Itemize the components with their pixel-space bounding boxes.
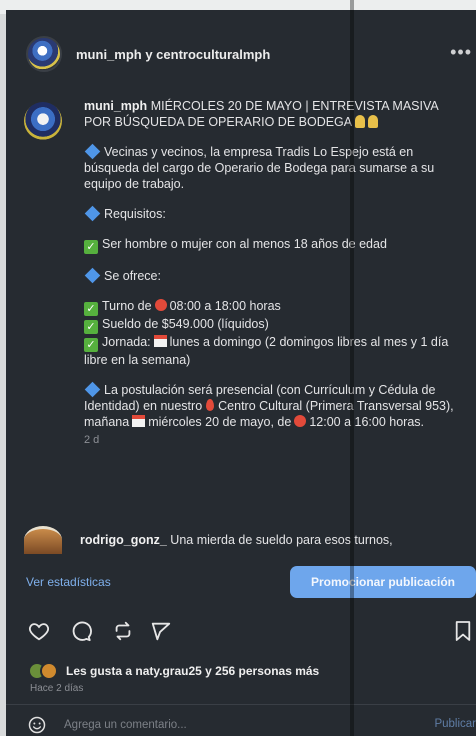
check-mark-icon: ✓ <box>84 240 98 254</box>
heart-icon[interactable] <box>28 620 50 642</box>
check-mark-icon: ✓ <box>84 302 98 316</box>
liker-avatar[interactable] <box>40 662 58 680</box>
caption-time-ago: 2 d <box>84 434 100 446</box>
likes-row: Les gusta a naty.grau25 y 256 personas m… <box>28 662 319 680</box>
commenter-avatar[interactable] <box>24 526 62 554</box>
stats-row: Ver estadísticas Promocionar publicación <box>6 566 476 602</box>
publish-button[interactable]: Publicar <box>434 718 476 730</box>
postulacion-date: miércoles 20 de mayo, de <box>148 415 292 429</box>
alarm-clock-icon <box>154 299 167 311</box>
divider <box>6 704 476 705</box>
location-pin-icon <box>206 399 215 411</box>
person-emoji-icon <box>355 115 366 128</box>
photo-fold-shadow <box>350 0 354 736</box>
turno-prefix: Turno de <box>102 299 152 313</box>
jornada-prefix: Jornada: <box>102 335 151 349</box>
ellipsis-icon[interactable]: ••• <box>450 42 472 63</box>
bookmark-icon[interactable] <box>454 620 472 642</box>
person-emoji-icon <box>368 115 379 128</box>
comment-composer: Publicar <box>6 710 476 736</box>
post-username[interactable]: muni_mph y centroculturalmph <box>76 47 270 62</box>
sueldo-text: Sueldo de $549.000 (líquidos) <box>102 317 269 331</box>
caption-text: muni_mph MIÉRCOLES 20 DE MAYO | ENTREVIS… <box>84 98 464 448</box>
caption-avatar[interactable] <box>24 102 62 140</box>
send-icon[interactable] <box>150 620 172 642</box>
promote-post-button[interactable]: Promocionar publicación <box>290 566 476 598</box>
post-date: Hace 2 días <box>30 683 84 694</box>
comment-item: rodrigo_gonz_ Una mierda de sueldo para … <box>24 526 476 554</box>
repost-icon[interactable] <box>112 620 134 642</box>
action-bar <box>28 620 476 646</box>
comment-text: rodrigo_gonz_ Una mierda de sueldo para … <box>80 533 393 547</box>
alarm-clock-icon <box>294 415 307 427</box>
account-avatar[interactable] <box>26 36 62 72</box>
comment-icon[interactable] <box>70 620 92 642</box>
blue-diamond-icon <box>84 267 101 284</box>
likes-count[interactable]: Les gusta a naty.grau25 y 256 personas m… <box>66 664 319 678</box>
postulacion-time: 12:00 a 16:00 horas. <box>309 415 425 429</box>
comment-author[interactable]: rodrigo_gonz_ <box>80 533 167 547</box>
view-insights-link[interactable]: Ver estadísticas <box>26 575 111 589</box>
comment-body: Una mierda de sueldo para esos turnos, <box>170 533 393 547</box>
post-header: muni_mph y centroculturalmph ••• <box>26 32 476 76</box>
blue-diamond-icon <box>84 381 101 398</box>
turno-value: 08:00 a 18:00 horas <box>169 299 281 313</box>
emoji-smile-icon[interactable] <box>28 716 46 734</box>
caption-intro: Vecinas y vecinos, la empresa Tradis Lo … <box>84 145 435 191</box>
comment-input[interactable] <box>64 716 364 734</box>
blue-diamond-icon <box>84 143 101 160</box>
check-mark-icon: ✓ <box>84 338 98 352</box>
check-mark-icon: ✓ <box>84 320 98 334</box>
caption-author[interactable]: muni_mph <box>84 99 147 113</box>
calendar-icon <box>153 335 167 347</box>
blue-diamond-icon <box>84 205 101 222</box>
requisitos-label: Requisitos: <box>104 207 166 221</box>
calendar-icon <box>132 415 146 427</box>
instagram-post-panel: muni_mph y centroculturalmph ••• muni_mp… <box>6 10 476 736</box>
requisito-1: Ser hombre o mujer con al menos 18 años … <box>102 237 387 251</box>
ofrece-label: Se ofrece: <box>104 269 161 283</box>
